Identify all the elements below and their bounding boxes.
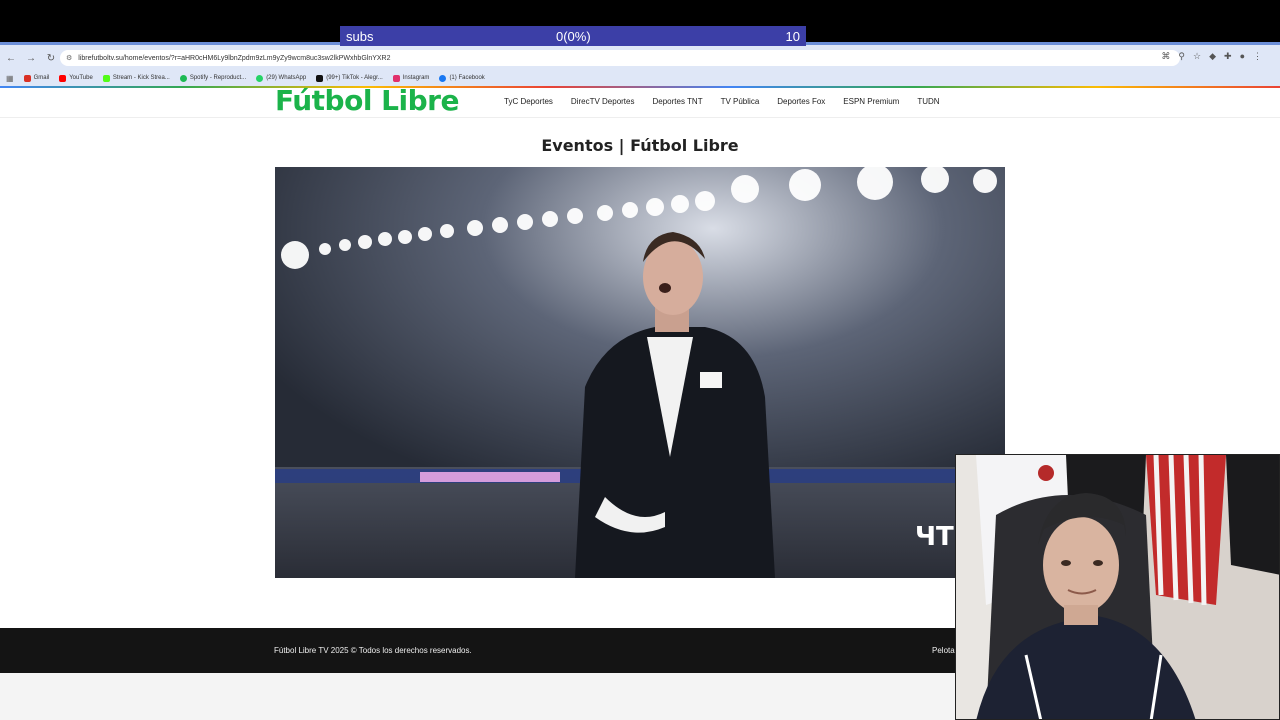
zoom-icon[interactable]: ⚲ xyxy=(1178,51,1185,62)
puzzle-icon[interactable]: ✚ xyxy=(1224,51,1232,62)
nav-espn-premium[interactable]: ESPN Premium xyxy=(843,97,899,106)
forward-icon[interactable]: → xyxy=(22,53,40,64)
facebook-icon xyxy=(439,74,447,82)
subs-overlay: subs 0(0%) 10 xyxy=(340,26,806,46)
nav-tv-publica[interactable]: TV Pública xyxy=(721,97,760,106)
bookmark-spotify[interactable]: Spotify - Reproduct... xyxy=(179,74,247,82)
bookmark-gmail[interactable]: Gmail xyxy=(23,74,50,82)
subs-goal: 10 xyxy=(785,28,800,44)
apps-icon[interactable]: ▦ xyxy=(6,74,14,83)
gmail-icon xyxy=(23,74,31,82)
screen: subs 0(0%) 10 ← → ↻ ⚙ librefutboltv.su/h… xyxy=(0,0,1280,720)
bookmark-label: Stream - Kick Strea... xyxy=(112,75,170,81)
nav-directv-deportes[interactable]: DirecTV Deportes xyxy=(571,97,635,106)
tiktok-icon xyxy=(316,74,324,82)
site-header: Fútbol Libre TyC Deportes DirecTV Deport… xyxy=(0,84,1280,118)
instagram-icon xyxy=(392,74,400,82)
page-title: Eventos | Fútbol Libre xyxy=(541,136,739,155)
broadcaster-logo: ЧТ xyxy=(915,522,954,552)
bookmark-facebook[interactable]: (1) Facebook xyxy=(439,74,485,82)
extension-icon[interactable]: ◆ xyxy=(1209,51,1216,62)
webcam-feed xyxy=(956,455,1279,719)
bookmark-label: Instagram xyxy=(402,75,430,81)
back-icon[interactable]: ← xyxy=(2,53,20,64)
video-frame: ЧТ xyxy=(275,167,1005,578)
whatsapp-icon xyxy=(256,74,264,82)
webcam-overlay xyxy=(955,454,1280,720)
bookmark-whatsapp[interactable]: (29) WhatsApp xyxy=(256,74,307,82)
copyright-text: Fútbol Libre TV 2025 © Todos los derecho… xyxy=(274,646,472,655)
bookmark-label: YouTube xyxy=(69,75,93,81)
nav-deportes-fox[interactable]: Deportes Fox xyxy=(777,97,825,106)
browser-chrome: ← → ↻ ⚙ librefutboltv.su/home/eventos/?r… xyxy=(0,42,1280,88)
subs-value: 0(0%) xyxy=(556,28,591,44)
subs-label: subs xyxy=(346,28,374,44)
bookmark-kick[interactable]: Stream - Kick Strea... xyxy=(102,74,170,82)
nav-tudn[interactable]: TUDN xyxy=(917,97,939,106)
menu-icon[interactable]: ⋮ xyxy=(1253,51,1262,62)
main-nav: TyC Deportes DirecTV Deportes Deportes T… xyxy=(504,97,940,106)
translate-icon[interactable]: ⌘ xyxy=(1161,51,1170,62)
bookmark-star-icon[interactable]: ☆ xyxy=(1193,51,1201,62)
footer-right-link[interactable]: Pelota xyxy=(932,646,955,655)
site-info-icon[interactable]: ⚙ xyxy=(66,54,72,62)
toolbar-icons: ⌘ ⚲ ☆ ◆ ✚ ● ⋮ xyxy=(1161,51,1262,62)
bookmark-label: Spotify - Reproduct... xyxy=(189,75,247,81)
kick-icon xyxy=(102,74,110,82)
spotify-icon xyxy=(179,74,187,82)
url-row: ← → ↻ ⚙ librefutboltv.su/home/eventos/?r… xyxy=(0,48,1280,68)
profile-avatar[interactable]: ● xyxy=(1240,51,1245,62)
youtube-icon xyxy=(59,74,67,82)
bookmark-label: (1) Facebook xyxy=(449,75,485,81)
bookmark-youtube[interactable]: YouTube xyxy=(59,74,93,82)
url-text: librefutboltv.su/home/eventos/?r=aHR0cHM… xyxy=(78,54,391,62)
address-bar[interactable]: ⚙ librefutboltv.su/home/eventos/?r=aHR0c… xyxy=(60,50,1180,66)
reload-icon[interactable]: ↻ xyxy=(42,53,60,64)
video-player[interactable]: ЧТ xyxy=(275,167,1005,578)
bookmark-label: (29) WhatsApp xyxy=(266,75,307,81)
bookmark-label: (99+) TikTok - Alegr... xyxy=(326,75,383,81)
bookmark-instagram[interactable]: Instagram xyxy=(392,74,430,82)
nav-tyc-deportes[interactable]: TyC Deportes xyxy=(504,97,553,106)
site-logo[interactable]: Fútbol Libre xyxy=(275,84,459,117)
bookmark-tiktok[interactable]: (99+) TikTok - Alegr... xyxy=(316,74,383,82)
bookmark-label: Gmail xyxy=(33,75,50,81)
nav-deportes-tnt[interactable]: Deportes TNT xyxy=(652,97,702,106)
